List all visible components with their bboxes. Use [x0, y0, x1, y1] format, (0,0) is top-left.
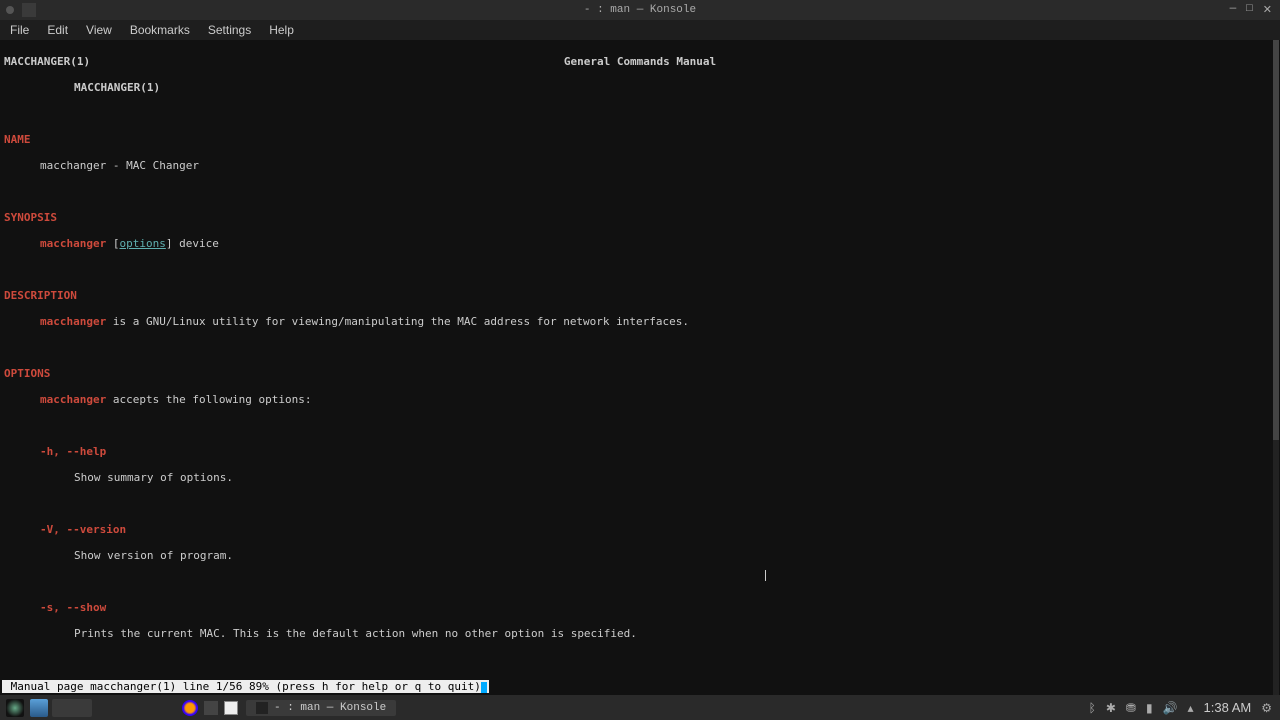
network-icon[interactable]: ✱: [1106, 701, 1116, 715]
cursor-icon: [481, 682, 487, 693]
man-header-center: General Commands Manual: [564, 55, 716, 68]
terminal-scrollbar[interactable]: [1273, 40, 1279, 695]
menu-help[interactable]: Help: [269, 23, 294, 37]
section-options: OPTIONS: [4, 367, 1276, 380]
taskbar-item-konsole[interactable]: - : man — Konsole: [246, 700, 396, 716]
window-title: - : man — Konsole: [584, 4, 696, 16]
opt-version-text: Show version of program.: [4, 549, 1276, 562]
disk-icon[interactable]: ⛃: [1126, 701, 1136, 715]
opt-show: -s, --show: [4, 601, 1276, 614]
terminal-content[interactable]: MACCHANGER(1) General Commands Manual MAC…: [0, 40, 1280, 695]
man-header-left: MACCHANGER(1): [4, 55, 90, 68]
opt-help: -h, --help: [4, 445, 1276, 458]
opt-version: -V, --version: [4, 523, 1276, 536]
synopsis-options: options: [119, 237, 165, 250]
settings-icon[interactable]: ⚙: [1261, 701, 1272, 715]
battery-icon[interactable]: ▮: [1146, 701, 1153, 715]
menu-bookmarks[interactable]: Bookmarks: [130, 23, 190, 37]
maximize-button[interactable]: □: [1246, 3, 1253, 17]
konsole-task-icon: [256, 702, 268, 714]
text-cursor-icon: [765, 570, 766, 581]
opt-intro: accepts the following options:: [106, 393, 311, 406]
desc-cmd: macchanger: [40, 315, 106, 328]
app-indicator-icon: [6, 6, 14, 14]
window-titlebar[interactable]: - : man — Konsole — □ ✕: [0, 0, 1280, 20]
synopsis-cmd: macchanger: [40, 237, 106, 250]
application-launcher-icon[interactable]: [6, 699, 24, 717]
bluetooth-icon[interactable]: ᛒ: [1089, 701, 1096, 715]
clock[interactable]: 1:38 AM: [1204, 700, 1252, 715]
firefox-icon[interactable]: [182, 700, 198, 716]
man-header-indent: MACCHANGER(1): [4, 81, 1276, 94]
tray-app-icon[interactable]: [204, 701, 218, 715]
opt-cmd: macchanger: [40, 393, 106, 406]
file-manager-icon[interactable]: [30, 699, 48, 717]
menu-view[interactable]: View: [86, 23, 112, 37]
panel-launcher-placeholder[interactable]: [52, 699, 92, 717]
taskbar-label: - : man — Konsole: [274, 702, 386, 714]
menu-bar: File Edit View Bookmarks Settings Help: [0, 20, 1280, 40]
volume-icon[interactable]: 🔊: [1163, 701, 1178, 715]
section-name: NAME: [4, 133, 1276, 146]
desktop-panel: - : man — Konsole ᛒ ✱ ⛃ ▮ 🔊 ▴ 1:38 AM ⚙: [0, 695, 1280, 720]
desc-text: is a GNU/Linux utility for viewing/manip…: [106, 315, 689, 328]
expand-tray-icon[interactable]: ▴: [1188, 701, 1194, 715]
section-synopsis: SYNOPSIS: [4, 211, 1276, 224]
menu-edit[interactable]: Edit: [47, 23, 68, 37]
section-description: DESCRIPTION: [4, 289, 1276, 302]
show-desktop-icon[interactable]: [224, 701, 238, 715]
scrollbar-thumb[interactable]: [1273, 40, 1279, 440]
minimize-button[interactable]: —: [1230, 3, 1237, 17]
opt-show-text: Prints the current MAC. This is the defa…: [4, 627, 1276, 640]
menu-file[interactable]: File: [10, 23, 29, 37]
name-text: macchanger - MAC Changer: [4, 159, 1276, 172]
opt-help-text: Show summary of options.: [4, 471, 1276, 484]
man-status-line: Manual page macchanger(1) line 1/56 89% …: [2, 680, 489, 693]
synopsis-device: device: [172, 237, 218, 250]
close-button[interactable]: ✕: [1263, 3, 1272, 17]
konsole-icon: [22, 3, 36, 17]
menu-settings[interactable]: Settings: [208, 23, 251, 37]
